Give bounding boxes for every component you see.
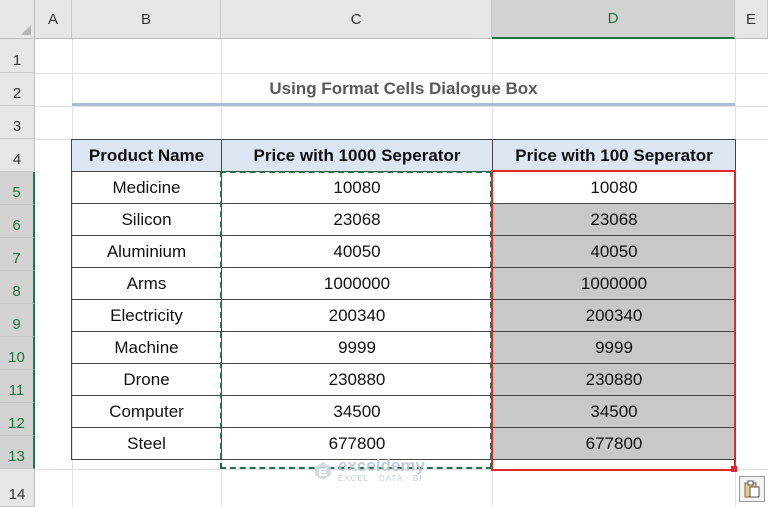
column-header-a[interactable]: A <box>35 0 72 39</box>
row-header-7[interactable]: 7 <box>0 238 35 271</box>
header-product-name[interactable]: Product Name <box>71 139 222 172</box>
select-all-triangle-icon <box>21 25 31 35</box>
paste-options-icon <box>744 480 760 498</box>
row-header-11[interactable]: 11 <box>0 370 35 403</box>
title-underline <box>72 103 735 106</box>
header-price-100[interactable]: Price with 100 Seperator <box>492 139 736 172</box>
cell-product[interactable]: Computer <box>71 395 222 428</box>
row-header-8[interactable]: 8 <box>0 271 35 304</box>
row-header-14[interactable]: 14 <box>0 469 35 507</box>
cell-product[interactable]: Drone <box>71 363 222 396</box>
cell-product[interactable]: Steel <box>71 427 222 460</box>
row-header-2[interactable]: 2 <box>0 73 35 106</box>
row-header-10[interactable]: 10 <box>0 337 35 370</box>
column-header-d[interactable]: D <box>492 0 735 39</box>
selection-highlight <box>491 170 736 471</box>
column-header-e[interactable]: E <box>735 0 768 39</box>
watermark-tagline: EXCEL · DATA · BI <box>338 474 423 483</box>
row-header-5[interactable]: 5 <box>0 172 35 205</box>
header-price-1000[interactable]: Price with 1000 Seperator <box>221 139 493 172</box>
select-all-button[interactable] <box>0 0 35 39</box>
cell-product[interactable]: Electricity <box>71 299 222 332</box>
cell-product[interactable]: Arms <box>71 267 222 300</box>
cell-product[interactable]: Machine <box>71 331 222 364</box>
row-header-4[interactable]: 4 <box>0 139 35 172</box>
row-header-1[interactable]: 1 <box>0 39 35 73</box>
copy-marquee <box>220 171 492 469</box>
table-header-row: Product Name Price with 1000 Seperator P… <box>71 139 736 172</box>
cell-product[interactable]: Medicine <box>71 171 222 204</box>
row-header-13[interactable]: 13 <box>0 436 35 469</box>
watermark: exceldemy EXCEL · DATA · BI <box>312 456 425 483</box>
row-header-3[interactable]: 3 <box>0 106 35 139</box>
exceldemy-logo-icon <box>315 461 331 480</box>
row-header-9[interactable]: 9 <box>0 304 35 337</box>
cell-product[interactable]: Aluminium <box>71 235 222 268</box>
fill-handle[interactable] <box>731 466 737 472</box>
column-header-c[interactable]: C <box>221 0 492 39</box>
cell-product[interactable]: Silicon <box>71 203 222 236</box>
row-header-12[interactable]: 12 <box>0 403 35 436</box>
watermark-name: exceldemy <box>338 456 425 475</box>
sheet-title[interactable]: Using Format Cells Dialogue Box <box>72 73 735 104</box>
paste-options-button[interactable] <box>739 476 765 502</box>
row-header-6[interactable]: 6 <box>0 205 35 238</box>
gridline <box>35 106 768 107</box>
column-header-b[interactable]: B <box>72 0 221 39</box>
